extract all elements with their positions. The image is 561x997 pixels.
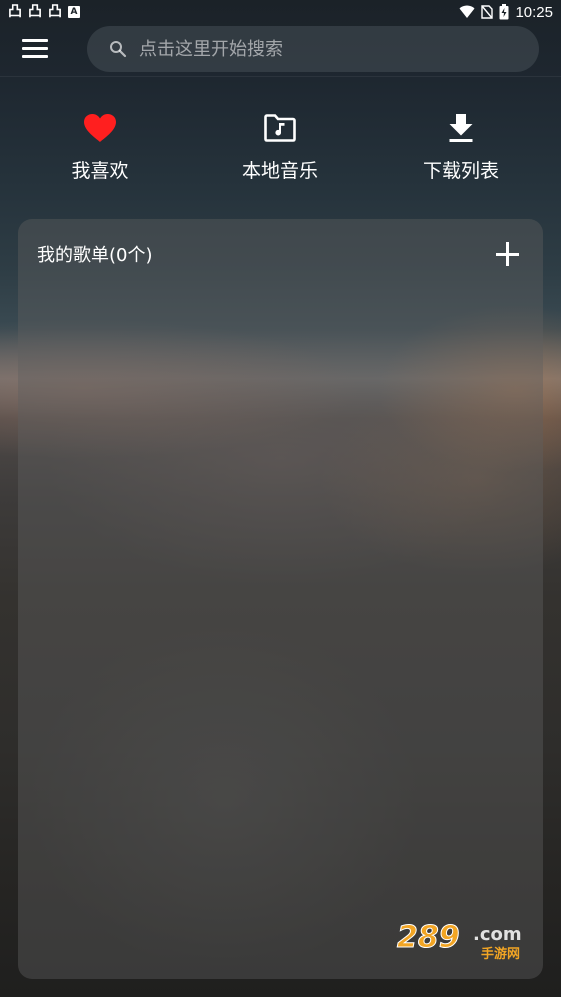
music-folder-icon <box>262 110 298 146</box>
notification-icon: 凸 <box>48 4 62 20</box>
plus-icon <box>496 252 519 256</box>
a-notification-icon: A <box>68 6 80 18</box>
notification-area: 凸 凸 凸 A <box>8 5 80 19</box>
download-icon <box>443 110 479 146</box>
local-music-button[interactable]: 本地音乐 <box>200 110 360 190</box>
battery-icon <box>499 4 509 20</box>
notification-icon: 凸 <box>28 4 42 20</box>
status-bar: 凸 凸 凸 A 10:25 <box>0 0 561 24</box>
download-list-button[interactable]: 下载列表 <box>381 110 541 190</box>
add-playlist-button[interactable] <box>495 241 521 267</box>
wifi-icon <box>459 5 475 18</box>
top-bar <box>0 24 561 77</box>
no-sim-icon <box>481 5 494 19</box>
heart-icon <box>82 110 118 146</box>
quick-actions: 我喜欢 本地音乐 下载列表 <box>0 110 561 190</box>
menu-icon-line <box>22 55 48 58</box>
local-music-label: 本地音乐 <box>241 160 318 182</box>
menu-icon-line <box>22 39 48 42</box>
download-list-label: 下载列表 <box>422 160 499 182</box>
search-input[interactable] <box>139 38 499 60</box>
watermark-suffix: .com <box>473 924 522 945</box>
watermark-sub: 手游网 <box>481 946 520 961</box>
search-bar[interactable] <box>87 26 539 72</box>
search-icon <box>109 40 127 58</box>
clock: 10:25 <box>515 3 553 21</box>
watermark-logo: 289 .com 手游网 <box>395 915 535 963</box>
system-status: 10:25 <box>459 4 553 21</box>
notification-icon: 凸 <box>8 4 22 20</box>
menu-icon-line <box>22 47 48 50</box>
menu-button[interactable] <box>20 37 52 61</box>
my-playlists-title: 我的歌单(0个) <box>37 245 153 266</box>
watermark-number: 289 <box>397 920 460 955</box>
favorites-button[interactable]: 我喜欢 <box>20 110 180 190</box>
favorites-label: 我喜欢 <box>71 160 129 182</box>
my-playlists-card: 我的歌单(0个) 289 .com 手游网 <box>18 219 543 979</box>
